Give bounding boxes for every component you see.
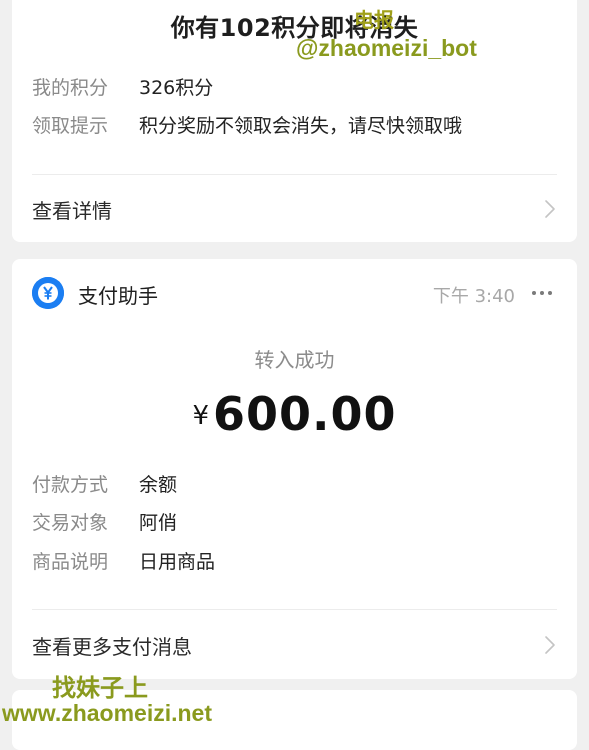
divider xyxy=(32,609,557,610)
message-time: 下午 3:40 xyxy=(432,286,515,307)
more-dots-icon[interactable] xyxy=(527,281,557,305)
view-details-link[interactable]: 查看详情 xyxy=(32,188,557,228)
claim-tip-row: 领取提示 积分奖励不领取会消失，请尽快领取哦 xyxy=(32,114,462,138)
payment-method-label: 付款方式 xyxy=(32,474,109,496)
yuan-coin-icon xyxy=(32,277,64,309)
item-description-row: 商品说明 日用商品 xyxy=(32,550,215,574)
view-details-label: 查看详情 xyxy=(32,199,112,223)
claim-tip-label: 领取提示 xyxy=(32,115,109,137)
currency-symbol: ¥ xyxy=(192,401,210,431)
chevron-right-icon xyxy=(545,636,555,654)
counterparty-value: 阿俏 xyxy=(139,512,178,534)
points-notification-card: 你有102积分即将消失 我的积分 326积分 领取提示 积分奖励不领取会消失，请尽快… xyxy=(12,0,577,242)
counterparty-label: 交易对象 xyxy=(32,512,109,534)
item-description-label: 商品说明 xyxy=(32,551,109,573)
transfer-status: 转入成功 xyxy=(254,348,335,372)
amount-value: 600.00 xyxy=(213,387,397,441)
watermark-bottom-en: www.zhaomeizi.net xyxy=(2,700,213,726)
item-description-value: 日用商品 xyxy=(139,551,216,573)
divider xyxy=(32,174,557,175)
amount: ¥600.00 xyxy=(12,387,577,441)
points-title: 你有102积分即将消失 xyxy=(170,14,419,42)
points-value: 326积分 xyxy=(139,77,214,99)
app-name: 支付助手 xyxy=(78,284,158,308)
more-payment-messages-label: 查看更多支付消息 xyxy=(32,635,192,659)
payment-method-value: 余额 xyxy=(139,474,178,496)
points-label: 我的积分 xyxy=(32,77,109,99)
payment-message-card: 支付助手 下午 3:40 转入成功 ¥600.00 付款方式 余额 交易对象 阿俏 … xyxy=(12,259,577,679)
more-payment-messages-link[interactable]: 查看更多支付消息 xyxy=(32,624,557,664)
payment-method-row: 付款方式 余额 xyxy=(32,473,177,497)
claim-tip-value: 积分奖励不领取会消失，请尽快领取哦 xyxy=(139,115,463,137)
points-row: 我的积分 326积分 xyxy=(32,76,213,100)
chevron-right-icon xyxy=(545,200,555,218)
watermark-top-cn: 电报 xyxy=(354,10,394,32)
watermark-top-en: @zhaomeizi_bot xyxy=(296,35,477,61)
watermark-bottom-cn: 找妹子上 xyxy=(52,675,148,702)
counterparty-row: 交易对象 阿俏 xyxy=(32,511,177,535)
